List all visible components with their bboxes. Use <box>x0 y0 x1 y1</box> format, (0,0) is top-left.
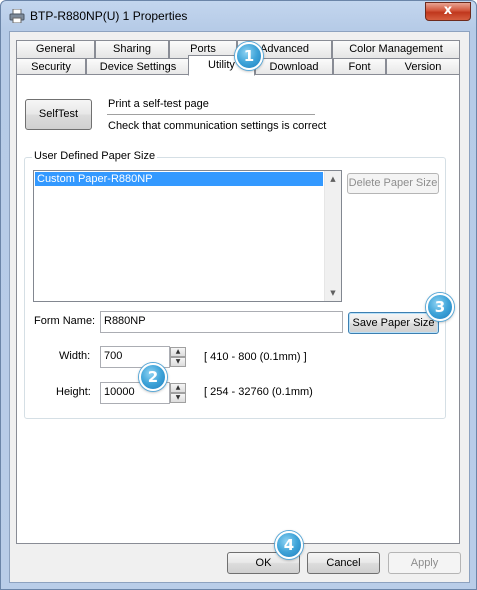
width-stepper-up-icon[interactable]: ▲ <box>170 347 186 357</box>
paper-size-group-label: User Defined Paper Size <box>32 150 158 162</box>
selftest-divider <box>107 114 315 116</box>
cancel-button[interactable]: Cancel <box>307 552 380 574</box>
height-range: [ 254 - 32760 (0.1mm) <box>204 386 313 398</box>
callout-badge-1: 1 <box>235 42 263 70</box>
tab-sharing[interactable]: Sharing <box>95 40 169 58</box>
title-bar[interactable]: BTP-R880NP(U) 1 Properties x <box>1 1 477 31</box>
scroll-down-icon[interactable]: ▼ <box>325 285 341 301</box>
width-stepper-down-icon[interactable]: ▼ <box>170 357 186 367</box>
list-item[interactable]: Custom Paper-R880NP <box>35 172 323 186</box>
delete-paper-size-button[interactable]: Delete Paper Size <box>347 173 439 194</box>
close-button[interactable]: x <box>425 2 471 21</box>
tab-general[interactable]: General <box>16 40 95 58</box>
window-title: BTP-R880NP(U) 1 Properties <box>30 9 188 23</box>
tab-color-management[interactable]: Color Management <box>332 40 460 58</box>
save-paper-size-button[interactable]: Save Paper Size <box>348 312 439 334</box>
height-stepper[interactable]: ▲ ▼ <box>170 383 186 403</box>
callout-badge-2: 2 <box>139 363 167 391</box>
height-stepper-down-icon[interactable]: ▼ <box>170 393 186 403</box>
selftest-description: Check that communication settings is cor… <box>108 120 327 132</box>
height-label: Height: <box>56 386 91 398</box>
width-label: Width: <box>59 350 91 362</box>
width-range: [ 410 - 800 (0.1mm) ] <box>204 351 307 363</box>
callout-badge-4: 4 <box>275 531 303 559</box>
form-name-label: Form Name: <box>34 315 96 327</box>
paper-size-list[interactable]: Custom Paper-R880NP ▲ ▼ <box>33 170 342 302</box>
form-name-input[interactable]: R880NP <box>100 311 343 333</box>
scroll-up-icon[interactable]: ▲ <box>325 171 341 187</box>
selftest-button[interactable]: SelfTest <box>25 99 92 130</box>
printer-icon <box>9 9 25 23</box>
selftest-title: Print a self-test page <box>108 98 209 110</box>
list-scrollbar[interactable]: ▲ ▼ <box>324 171 341 301</box>
callout-badge-3: 3 <box>426 293 454 321</box>
height-stepper-up-icon[interactable]: ▲ <box>170 383 186 393</box>
width-stepper[interactable]: ▲ ▼ <box>170 347 186 367</box>
apply-button[interactable]: Apply <box>388 552 461 574</box>
